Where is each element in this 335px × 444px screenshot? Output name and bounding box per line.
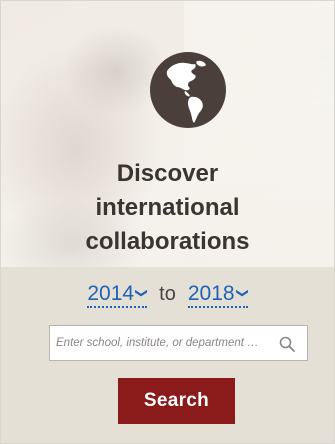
- year-range-selector: 2014❯ to 2018❯: [1, 279, 334, 309]
- headline-line-3: collaborations: [85, 228, 250, 255]
- start-year-value: 2014: [87, 282, 135, 305]
- search-icon[interactable]: [279, 336, 295, 352]
- end-year-dropdown[interactable]: 2018❯: [187, 281, 250, 308]
- page-headline: Discover international collaborations: [1, 157, 334, 259]
- search-button[interactable]: Search: [118, 378, 235, 424]
- range-separator: to: [159, 283, 176, 305]
- chevron-down-icon: ❯: [235, 287, 250, 299]
- chevron-down-icon: ❯: [135, 287, 150, 299]
- end-year-value: 2018: [187, 282, 235, 305]
- globe-americas-icon: [150, 52, 226, 128]
- headline-line-2: international: [95, 194, 240, 221]
- collaboration-search-widget: Discover international collaborations 20…: [0, 0, 335, 444]
- search-input[interactable]: [50, 326, 278, 360]
- start-year-dropdown[interactable]: 2014❯: [87, 281, 149, 308]
- headline-line-1: Discover: [116, 160, 219, 187]
- search-field: [49, 325, 308, 361]
